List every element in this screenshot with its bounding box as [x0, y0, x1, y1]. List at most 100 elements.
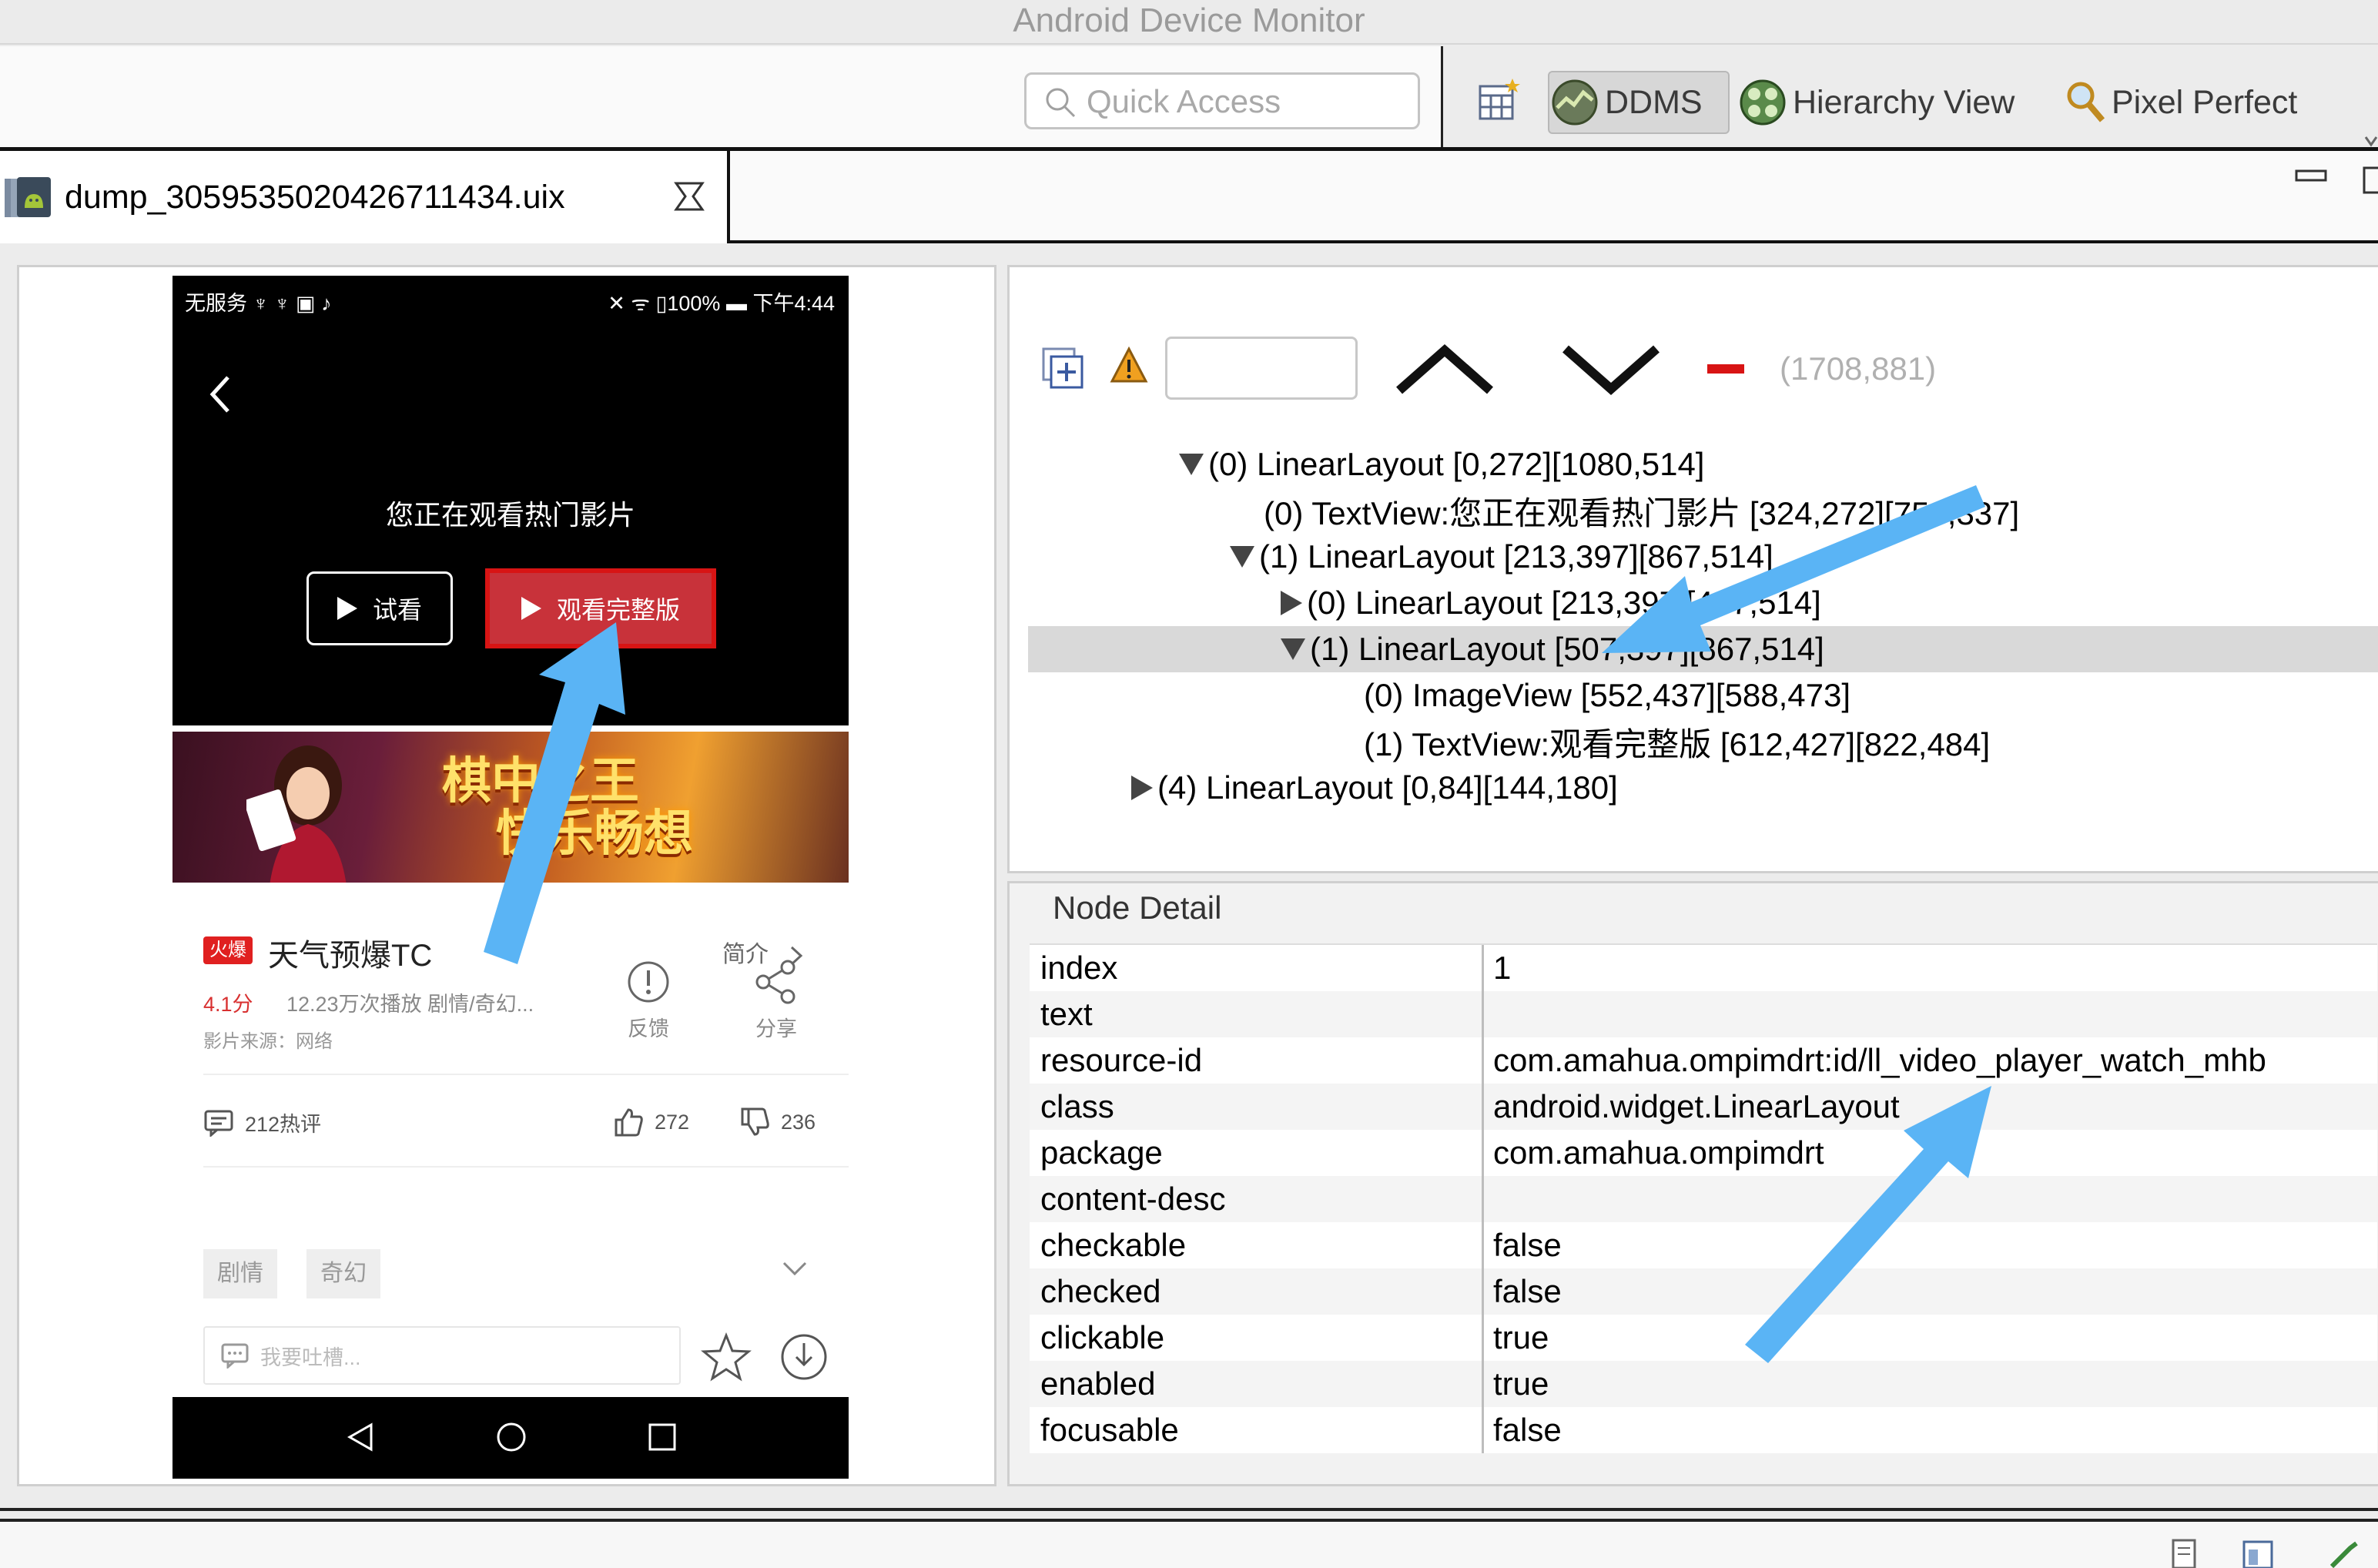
detail-row[interactable]: text — [1030, 991, 2377, 1037]
comment-input[interactable]: 我要吐槽... — [203, 1326, 681, 1385]
tree-node-label: (0) ImageView [552,437][588,473] — [1364, 677, 1850, 713]
movie-info-section: 火爆 天气预爆TC 简介 4.1分 12.23万次播放 剧情/奇幻... 影片来… — [172, 883, 849, 1479]
download-icon[interactable] — [779, 1332, 829, 1382]
like-button[interactable]: 272 — [613, 1107, 689, 1137]
detail-row[interactable]: clickable true — [1030, 1315, 2377, 1361]
minimize-icon[interactable] — [2295, 168, 2327, 183]
open-perspective-icon[interactable] — [1475, 77, 1522, 123]
editor-tab-title: dump_3059535020426711434.uix — [65, 179, 565, 216]
perspective-pixel-perfect[interactable]: Pixel Perfect — [2064, 71, 2297, 134]
expanded-toggle-icon[interactable] — [1230, 546, 1254, 568]
detail-row[interactable]: enabled true — [1030, 1361, 2377, 1407]
tree-node[interactable]: (1) LinearLayout [213,397][867,514] — [1230, 534, 1773, 580]
detail-row[interactable]: index 1 — [1030, 945, 2377, 991]
hot-badge: 火爆 — [203, 936, 253, 964]
comment-icon — [204, 1110, 233, 1137]
player-title: 您正在观看热门影片 — [385, 499, 635, 531]
tree-node[interactable]: (4) LinearLayout [0,84][144,180] — [1131, 765, 1618, 811]
detail-key: resource-id — [1030, 1037, 1484, 1084]
dislikes-count: 236 — [781, 1110, 816, 1134]
share-label: 分享 — [755, 1017, 797, 1040]
chevron-down-icon[interactable] — [1561, 343, 1661, 397]
tag-chip[interactable]: 剧情 — [203, 1249, 277, 1298]
source-label: 影片来源：网络 — [203, 1031, 333, 1052]
magnifier-icon — [2067, 82, 2105, 122]
layout-icon[interactable] — [2241, 1539, 2275, 1568]
node-detail-title: Node Detail — [1053, 890, 1222, 926]
trial-watch-button[interactable]: 试看 — [306, 571, 453, 645]
detail-row[interactable]: resource-id com.amahua.ompimdrt:id/ll_vid… — [1030, 1037, 2377, 1084]
collapse-minus-icon[interactable] — [1707, 363, 1744, 375]
tree-node-label: (1) LinearLayout [507,397][867,514] — [1310, 631, 1824, 667]
plug-icon[interactable] — [2327, 1539, 2361, 1568]
tree-node[interactable]: (0) TextView:您正在观看热门影片 [324,272][756,337… — [1264, 487, 2019, 534]
ad-banner[interactable]: 棋中之王 快乐畅想 — [172, 732, 849, 883]
tree-node-label: (0) TextView:您正在观看热门影片 [324,272][756,337… — [1264, 494, 2020, 531]
share-button[interactable]: 分享 — [738, 960, 815, 1042]
perspective-ddms[interactable]: DDMS — [1548, 71, 1730, 134]
expanded-toggle-icon[interactable] — [1281, 638, 1305, 660]
toolbar-left-area: Quick Access — [0, 46, 1443, 147]
back-arrow-icon[interactable] — [206, 373, 234, 416]
detail-value: true — [1493, 1365, 1549, 1402]
detail-value: false — [1493, 1412, 1562, 1448]
dislike-button[interactable]: 236 — [739, 1107, 816, 1137]
favorite-star-icon[interactable] — [701, 1332, 752, 1382]
detail-row[interactable]: package com.amahua.ompimdrt — [1030, 1130, 2377, 1176]
phone-nav-bar — [172, 1397, 849, 1479]
tag-chip[interactable]: 奇幻 — [306, 1249, 380, 1298]
expanded-toggle-icon[interactable] — [1179, 454, 1204, 475]
device-screenshot[interactable]: 无服务 ♆ ♆ ▣ ♪ ✕ ᯤ ▯100% ▬ 下午4:44 您正在观看热门影片… — [172, 276, 849, 1479]
window-title: Android Device Monitor — [0, 0, 2378, 45]
editor-tab[interactable]: dump_3059535020426711434.uix — [0, 151, 730, 243]
editor-tab-row: dump_3059535020426711434.uix — [0, 151, 2378, 243]
detail-key: package — [1030, 1130, 1484, 1176]
tree-node[interactable]: (0) ImageView [552,437][588,473] — [1364, 672, 1850, 719]
play-count: 12.23万次播放 剧情/奇幻... — [286, 993, 534, 1016]
hierarchy-view-icon — [1740, 79, 1786, 126]
status-right: ✕ ᯤ ▯100% ▬ 下午4:44 — [608, 292, 835, 315]
nav-back-icon[interactable] — [343, 1420, 377, 1454]
detail-key: index — [1030, 945, 1484, 991]
collapsed-toggle-icon[interactable] — [1281, 591, 1302, 615]
bottom-border — [0, 1508, 2378, 1511]
detail-value: android.widget.LinearLayout — [1493, 1088, 1900, 1124]
tree-node-label: (4) LinearLayout [0,84][144,180] — [1157, 769, 1618, 806]
detail-row[interactable]: content-desc — [1030, 1176, 2377, 1222]
ddms-icon — [1552, 79, 1598, 126]
document-icon[interactable] — [2169, 1539, 2202, 1568]
tree-node[interactable]: (0) LinearLayout [0,272][1080,514] — [1179, 441, 1704, 487]
detail-key: text — [1030, 991, 1484, 1037]
tree-node-selected[interactable]: (1) LinearLayout [507,397][867,514] — [1028, 626, 2378, 672]
expand-all-icon[interactable] — [1042, 347, 1083, 389]
nav-recents-icon[interactable] — [645, 1420, 679, 1454]
collapsed-toggle-icon[interactable] — [1131, 776, 1153, 800]
watch-full-button[interactable]: 观看完整版 — [485, 568, 716, 648]
share-icon — [755, 960, 795, 1004]
maximize-icon[interactable] — [2360, 165, 2378, 196]
detail-key: content-desc — [1030, 1176, 1484, 1222]
detail-value: true — [1493, 1319, 1549, 1355]
detail-row[interactable]: checkable false — [1030, 1222, 2377, 1268]
detail-row[interactable]: focusable false — [1030, 1407, 2377, 1453]
chevron-down-icon[interactable] — [781, 1260, 809, 1278]
chevron-up-icon[interactable] — [1395, 343, 1495, 397]
tree-toolbar: (1708,881) — [1010, 267, 2378, 444]
feedback-button[interactable]: 反馈 — [610, 960, 687, 1042]
detail-row[interactable]: class android.widget.LinearLayout — [1030, 1084, 2377, 1130]
perspective-hierarchy-view[interactable]: Hierarchy View — [1737, 71, 2015, 134]
comment-count[interactable]: 212热评 — [203, 1107, 321, 1137]
tree-node[interactable]: (1) TextView:观看完整版 [612,427][822,484] — [1364, 719, 1990, 765]
tree-search-input[interactable] — [1165, 337, 1358, 400]
detail-key: clickable — [1030, 1315, 1484, 1361]
thumbs-down-icon — [741, 1107, 769, 1136]
status-bar — [0, 1522, 2378, 1568]
tree-node[interactable]: (0) LinearLayout [213,397][447,514] — [1281, 580, 1821, 626]
close-icon[interactable] — [672, 179, 707, 214]
nav-home-icon[interactable] — [494, 1420, 528, 1454]
detail-row[interactable]: checked false — [1030, 1268, 2377, 1315]
warning-icon[interactable] — [1110, 346, 1148, 384]
comment-bubble-icon — [221, 1343, 249, 1369]
banner-line2: 快乐畅想 — [496, 806, 693, 861]
quick-access-field[interactable]: Quick Access — [1024, 72, 1420, 129]
